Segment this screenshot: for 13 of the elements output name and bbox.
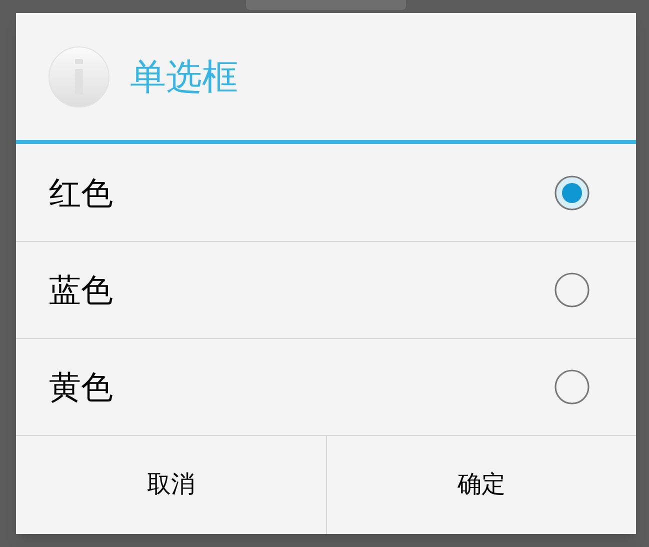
radio-button[interactable]: [554, 272, 590, 308]
option-label: 蓝色: [49, 274, 113, 306]
confirm-button[interactable]: 确定: [326, 436, 636, 534]
info-icon: [48, 46, 110, 108]
option-label: 黄色: [49, 371, 113, 403]
option-row[interactable]: 蓝色: [16, 241, 636, 338]
radio-button[interactable]: [554, 369, 590, 405]
option-label: 红色: [49, 176, 113, 208]
radio-button[interactable]: [554, 174, 590, 210]
option-row[interactable]: 黄色: [16, 338, 636, 435]
dialog-title: 单选框: [130, 58, 238, 94]
option-row[interactable]: 红色: [16, 144, 636, 241]
cancel-button[interactable]: 取消: [16, 436, 326, 534]
